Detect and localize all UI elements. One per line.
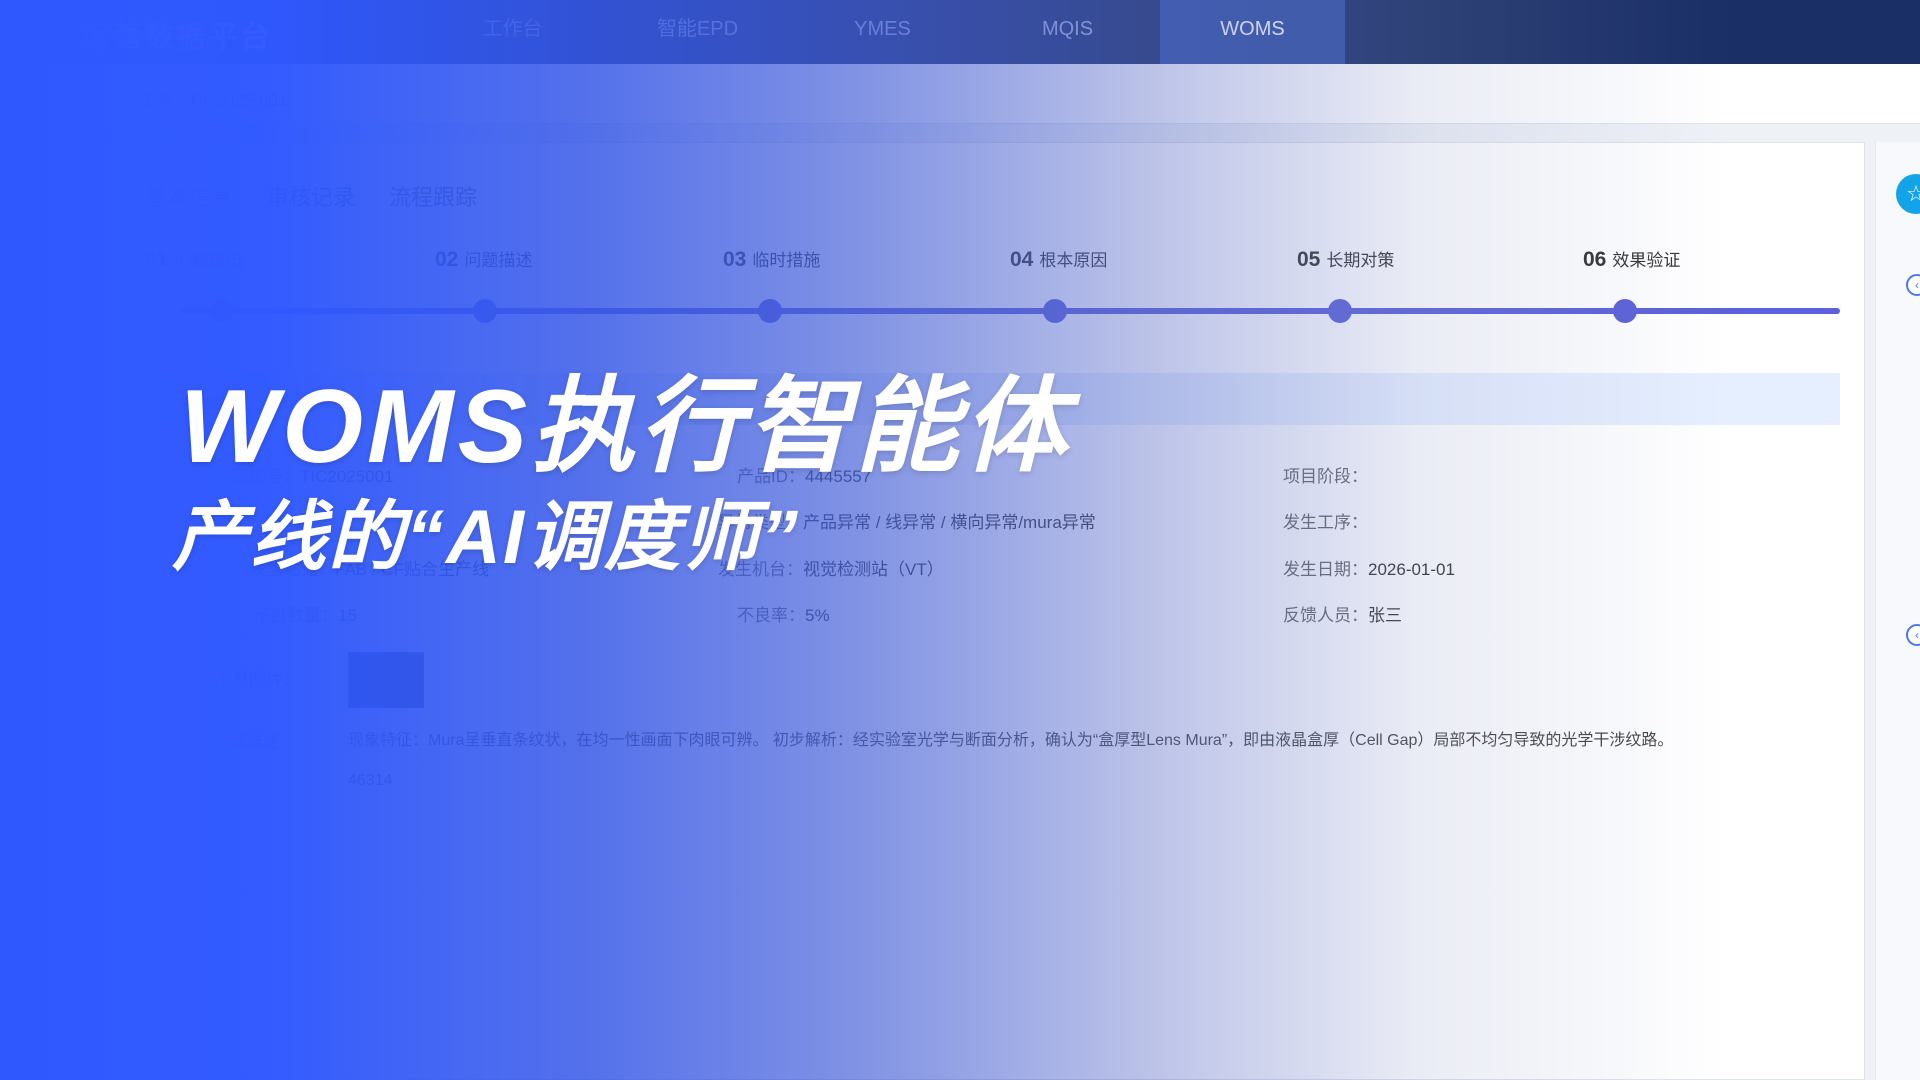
- top-navigation-bar: 运营数据平台 工作台 智能EPD YMES MQIS WOMS: [0, 0, 1920, 64]
- right-tool-rail: ☆ ‹ ‹: [1875, 142, 1920, 1080]
- main-nav: 工作台 智能EPD YMES MQIS WOMS: [420, 0, 1345, 64]
- step-02[interactable]: 02 问题描述: [435, 246, 532, 272]
- nav-item-woms[interactable]: WOMS: [1160, 0, 1345, 64]
- step-06[interactable]: 06 效果验证: [1583, 246, 1680, 272]
- problem-description-text: 现象特征：Mura呈垂直条纹状，在均一性画面下肉眼可辨。 初步解析：经实验室光学…: [348, 732, 1674, 749]
- field-process: 发生工序：: [1283, 513, 1368, 532]
- step-03[interactable]: 03 临时措施: [723, 246, 820, 272]
- step-dot-05[interactable]: [1328, 299, 1352, 323]
- headline-subtitle: 产线的“AI调度师”: [172, 495, 800, 580]
- step-dot-04[interactable]: [1043, 299, 1067, 323]
- nav-item-smart-epd[interactable]: 智能EPD: [605, 0, 790, 64]
- brand-title: 运营数据平台: [80, 21, 272, 54]
- step-04[interactable]: 04 根本原因: [1010, 246, 1107, 272]
- field-photo: 不良图片：: [215, 670, 300, 689]
- step-dot-02[interactable]: [473, 299, 497, 323]
- tab-process-tracking[interactable]: 流程跟踪: [389, 180, 477, 212]
- field-date: 发生日期：2026-01-01: [1283, 560, 1455, 579]
- tab-review-records[interactable]: 审核记录: [267, 180, 355, 212]
- step-dot-03[interactable]: [758, 299, 782, 323]
- description-label: 问题描述：: [215, 734, 296, 751]
- field-project-stage: 项目阶段：: [1283, 467, 1368, 486]
- nav-item-workbench[interactable]: 工作台: [420, 0, 605, 64]
- step-dot-01[interactable]: [210, 299, 234, 323]
- code-value: 46314: [348, 772, 393, 789]
- field-quantity: 不良数量：15: [253, 606, 357, 625]
- step-05[interactable]: 05 长期对策: [1297, 246, 1394, 272]
- rail-action-icon[interactable]: ‹: [1906, 274, 1920, 296]
- nav-item-mqis[interactable]: MQIS: [975, 0, 1160, 64]
- tab-basic-info[interactable]: 基本信息: [145, 180, 233, 212]
- detail-tabs: 基本信息 审核记录 流程跟踪: [145, 180, 477, 212]
- steps-progress-line: [180, 308, 1840, 314]
- defect-photo-thumbnail[interactable]: [348, 652, 424, 708]
- favorite-star-icon[interactable]: ☆: [1896, 174, 1920, 214]
- process-steps: 01 问题提出 02 问题描述 03 临时措施 04 根本原因 05 长期对策 06 效果验…: [140, 246, 1840, 336]
- nav-item-ymes[interactable]: YMES: [790, 0, 975, 64]
- rail-action-icon[interactable]: ‹: [1906, 624, 1920, 646]
- step-dot-06[interactable]: [1613, 299, 1637, 323]
- headline-title: WOMS执行智能体: [180, 369, 1072, 485]
- breadcrumb-bar: 工单 / TIC2025-001: [0, 64, 1920, 124]
- field-defect-rate: 不良率：5%: [737, 606, 830, 625]
- breadcrumb[interactable]: 工单 / TIC2025-001: [140, 86, 287, 111]
- field-reporter: 反馈人员：张三: [1283, 606, 1402, 625]
- step-01[interactable]: 01 问题提出: [145, 246, 242, 272]
